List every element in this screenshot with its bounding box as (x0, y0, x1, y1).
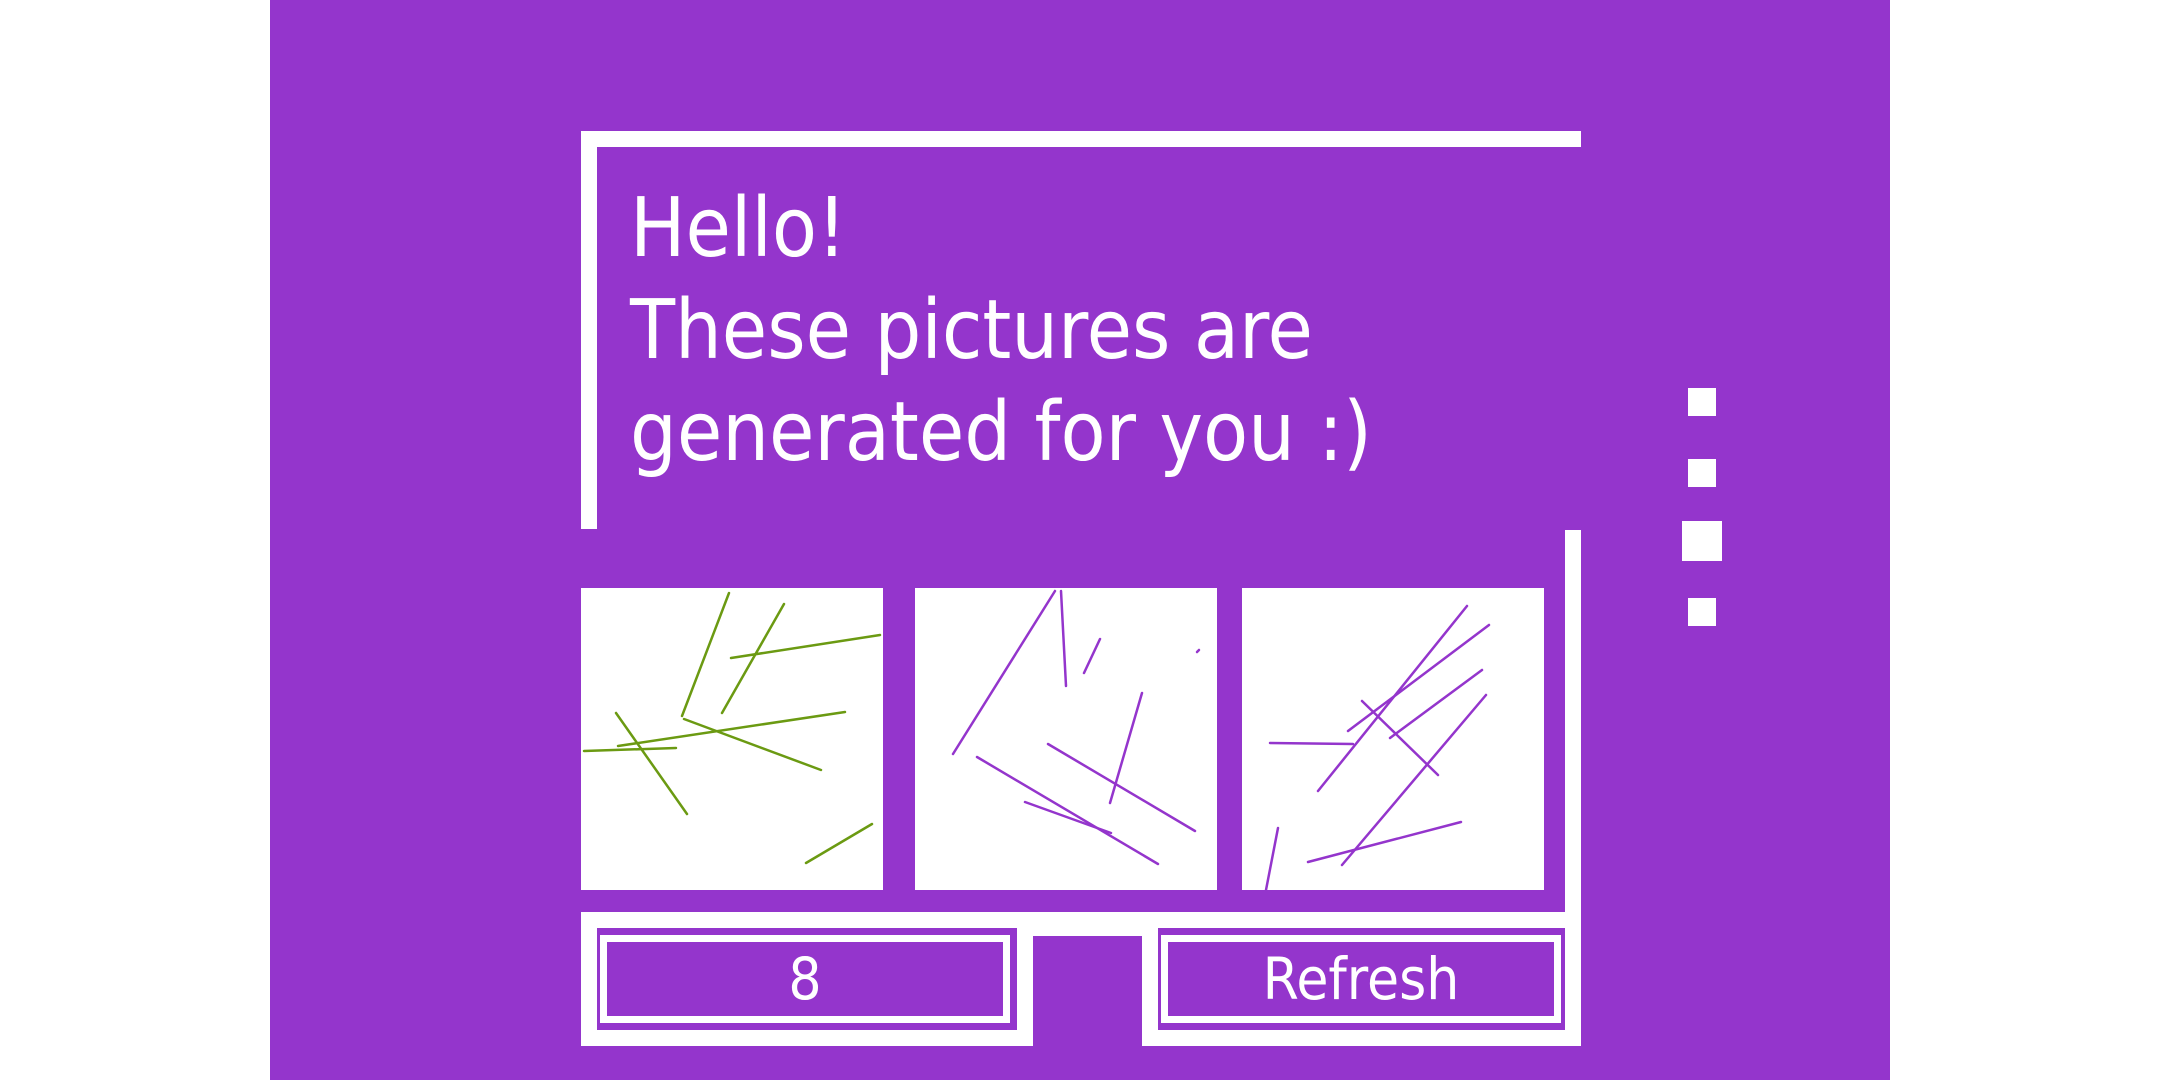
controls-divider-left (1017, 928, 1033, 1046)
greeting-line-hello: Hello! (630, 181, 847, 276)
page-indicator-dot-1[interactable] (1688, 388, 1716, 416)
picture-count-value: 8 (788, 945, 822, 1013)
generated-picture-2 (915, 588, 1217, 890)
page-indicator-dot-4[interactable] (1688, 598, 1716, 626)
greeting-line-pictures: These pictures are (630, 283, 1313, 378)
refresh-button[interactable]: Refresh (1161, 935, 1561, 1023)
picture-1-lines (582, 591, 882, 865)
page-indicator-dot-2[interactable] (1688, 459, 1716, 487)
controls-frame-bottom-right (1142, 1030, 1581, 1046)
generated-picture-1 (581, 588, 883, 890)
refresh-button-label: Refresh (1262, 945, 1460, 1013)
picture-3-lines (1264, 604, 1491, 890)
greeting-text: Hello! These pictures are generated for … (630, 178, 1372, 484)
generated-picture-3 (1242, 588, 1544, 890)
controls-frame-bottom-left (581, 1030, 1017, 1046)
page-indicator-dot-3-active[interactable] (1682, 521, 1722, 561)
controls-frame-left (581, 912, 597, 1044)
app-background: Hello! These pictures are generated for … (270, 0, 1890, 1080)
frame-right-border (1565, 530, 1581, 914)
frame-top-border (581, 131, 1581, 147)
controls-divider-right (1142, 928, 1158, 1046)
frame-left-border (581, 131, 597, 529)
frame-bottom-border (581, 912, 1581, 928)
controls-frame-right (1565, 912, 1581, 1046)
controls-divider-top (1017, 928, 1143, 936)
greeting-line-generated: generated for you :) (630, 385, 1372, 480)
picture-2-lines (951, 589, 1201, 866)
picture-count-field[interactable]: 8 (600, 935, 1010, 1023)
